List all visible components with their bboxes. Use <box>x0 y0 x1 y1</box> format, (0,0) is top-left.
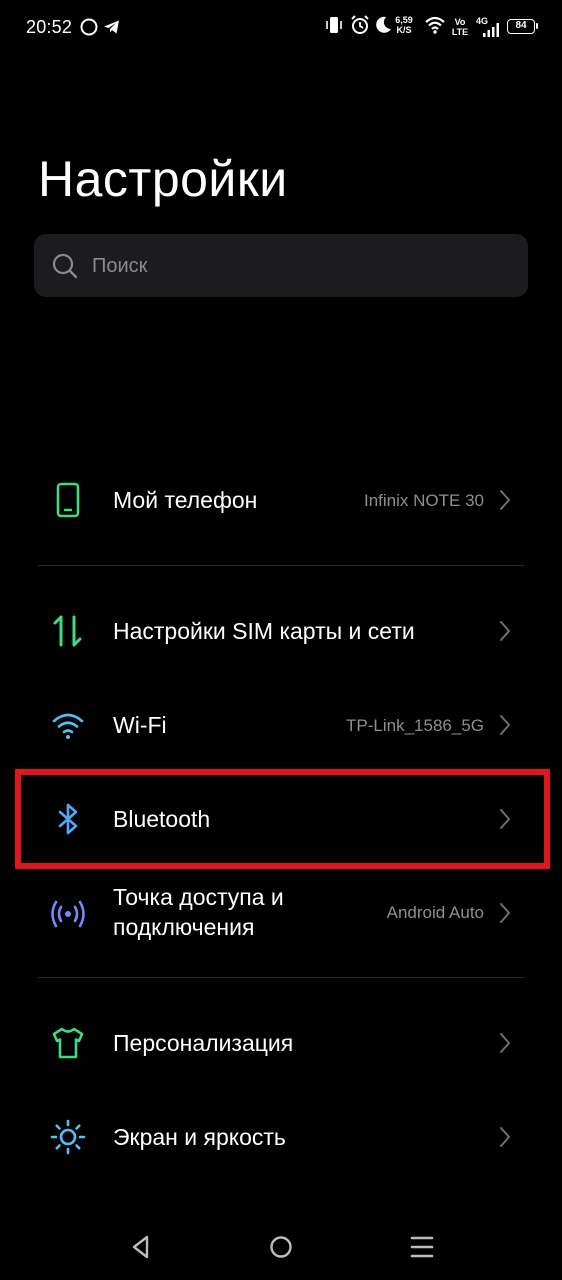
alarm-icon <box>351 15 369 34</box>
chevron-right-icon <box>500 621 510 641</box>
chevron-right-icon <box>500 715 510 735</box>
battery-indicator: 84 <box>507 19 538 34</box>
sim-network-icon <box>53 615 82 647</box>
chevron-right-icon <box>500 903 510 923</box>
settings-item-value: Android Auto <box>386 903 484 922</box>
section-divider <box>38 977 524 978</box>
red-highlight-frame <box>15 769 550 869</box>
search-bar[interactable] <box>34 234 528 297</box>
settings-item-display-brightness[interactable]: Экран и яркость <box>0 1092 562 1182</box>
tshirt-icon <box>52 1027 84 1059</box>
settings-item-hotspot[interactable]: Точка доступа и подключения Android Auto <box>0 868 562 962</box>
back-button[interactable] <box>126 1232 156 1262</box>
phone-icon <box>56 482 80 518</box>
settings-item-value: TP-Link_1586_5G <box>346 716 484 735</box>
vibrate-icon <box>326 17 342 33</box>
search-icon <box>52 253 78 279</box>
system-navigation-bar <box>0 1210 562 1280</box>
settings-item-sim-network[interactable]: Настройки SIM карты и сети <box>0 586 562 676</box>
wifi-icon <box>52 713 84 739</box>
hotspot-icon <box>51 900 85 928</box>
status-bar: 20:52 6,59 K/S Vo LTE 4G 84 <box>0 0 562 56</box>
settings-item-wifi[interactable]: Wi-Fi TP-Link_1586_5G <box>0 680 562 770</box>
telegram-icon <box>104 20 119 34</box>
vpn-compass-icon <box>80 18 98 36</box>
signal-bars-icon <box>483 23 499 37</box>
settings-item-label: Экран и яркость <box>113 1124 286 1150</box>
settings-item-label: Мой телефон <box>113 487 258 513</box>
section-divider <box>38 565 524 566</box>
status-right-group: 6,59 K/S Vo LTE 4G 84 <box>325 14 540 42</box>
settings-item-label: Точка доступа и подключения <box>113 884 284 940</box>
volte-indicator: Vo LTE <box>451 17 469 37</box>
chevron-right-icon <box>500 1033 510 1053</box>
search-input[interactable] <box>90 248 514 284</box>
chevron-right-icon <box>500 490 510 510</box>
status-time: 20:52 <box>26 17 73 37</box>
settings-item-label: Wi-Fi <box>113 712 167 738</box>
settings-item-label: Персонализация <box>113 1030 294 1056</box>
recents-menu-button[interactable] <box>407 1232 437 1262</box>
settings-item-label: Настройки SIM карты и сети <box>113 618 415 644</box>
wifi-status-icon <box>425 16 445 34</box>
settings-item-personalization[interactable]: Персонализация <box>0 998 562 1088</box>
settings-item-value: Infinix NOTE 30 <box>364 491 484 510</box>
chevron-right-icon <box>500 1127 510 1147</box>
do-not-disturb-moon-icon <box>376 16 391 33</box>
network-speed: 6,59 K/S <box>395 15 413 35</box>
settings-item-my-phone[interactable]: Мой телефон Infinix NOTE 30 <box>0 455 562 545</box>
page-title: Настройки <box>38 151 288 207</box>
home-button[interactable] <box>266 1232 296 1262</box>
brightness-icon <box>50 1119 86 1155</box>
